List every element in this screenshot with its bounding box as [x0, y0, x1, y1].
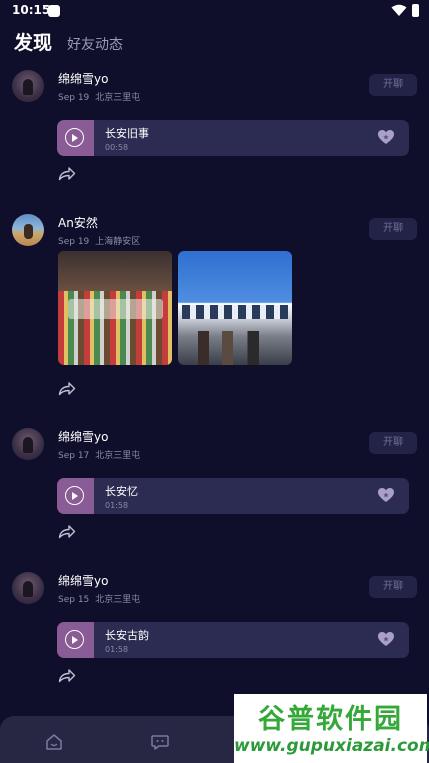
post-meta: Sep 15 北京三里屯: [58, 592, 140, 605]
post-meta: Sep 19 上海静安区: [58, 234, 140, 247]
post-location: 北京三里屯: [95, 595, 141, 605]
heart-icon[interactable]: [377, 631, 395, 647]
share-icon[interactable]: [58, 668, 76, 683]
status-bar: 10:15: [0, 0, 429, 22]
audio-title: 长安忆: [105, 485, 138, 498]
start-chat-button[interactable]: 开聊: [369, 74, 417, 96]
start-chat-button[interactable]: 开聊: [369, 576, 417, 598]
post-location: 上海静安区: [95, 237, 141, 247]
post-photo-market[interactable]: [58, 251, 172, 365]
watermark-logo: 谷普软件园 www.gupuxiazai.com: [234, 694, 429, 763]
post-photo-street[interactable]: [178, 251, 292, 365]
post-meta: Sep 17 北京三里屯: [58, 448, 140, 461]
tab-discover[interactable]: 发现: [14, 28, 52, 55]
chat-icon[interactable]: [150, 733, 170, 751]
post-username[interactable]: 绵绵雪yo: [58, 70, 108, 87]
avatar[interactable]: [12, 70, 44, 102]
post-date: Sep 17: [58, 451, 90, 461]
watermark-brand: 谷普软件园: [258, 704, 403, 735]
avatar[interactable]: [12, 214, 44, 246]
watermark-url: www.gupuxiazai.com: [234, 736, 429, 756]
play-icon: [65, 630, 84, 649]
notification-icon: [48, 5, 60, 17]
post-date: Sep 19: [58, 237, 90, 247]
share-icon[interactable]: [58, 381, 76, 396]
post-meta: Sep 19 北京三里屯: [58, 90, 140, 103]
home-icon[interactable]: [44, 733, 64, 751]
audio-title: 长安旧事: [105, 127, 149, 140]
battery-icon: [412, 4, 419, 17]
avatar[interactable]: [12, 428, 44, 460]
audio-card[interactable]: 长安旧事 00:58: [57, 120, 409, 156]
tab-friends-feed[interactable]: 好友动态: [67, 34, 123, 54]
wifi-icon: [391, 4, 407, 16]
avatar[interactable]: [12, 572, 44, 604]
start-chat-button[interactable]: 开聊: [369, 218, 417, 240]
play-button[interactable]: [57, 120, 94, 156]
status-time: 10:15: [12, 3, 51, 17]
play-icon: [65, 486, 84, 505]
post-date: Sep 15: [58, 595, 90, 605]
heart-icon[interactable]: [377, 129, 395, 145]
heart-icon[interactable]: [377, 487, 395, 503]
audio-card[interactable]: 长安古韵 01:58: [57, 622, 409, 658]
post-username[interactable]: 绵绵雪yo: [58, 572, 108, 589]
audio-card[interactable]: 长安忆 01:58: [57, 478, 409, 514]
audio-duration: 00:58: [105, 143, 129, 152]
play-icon: [65, 128, 84, 147]
share-icon[interactable]: [58, 166, 76, 181]
play-button[interactable]: [57, 478, 94, 514]
post-date: Sep 19: [58, 93, 90, 103]
play-button[interactable]: [57, 622, 94, 658]
post-username[interactable]: 绵绵雪yo: [58, 428, 108, 445]
post-location: 北京三里屯: [95, 93, 141, 103]
post-location: 北京三里屯: [95, 451, 141, 461]
share-icon[interactable]: [58, 524, 76, 539]
audio-duration: 01:58: [105, 645, 129, 654]
start-chat-button[interactable]: 开聊: [369, 432, 417, 454]
audio-duration: 01:58: [105, 501, 129, 510]
audio-title: 长安古韵: [105, 629, 149, 642]
post-username[interactable]: An安然: [58, 214, 98, 231]
